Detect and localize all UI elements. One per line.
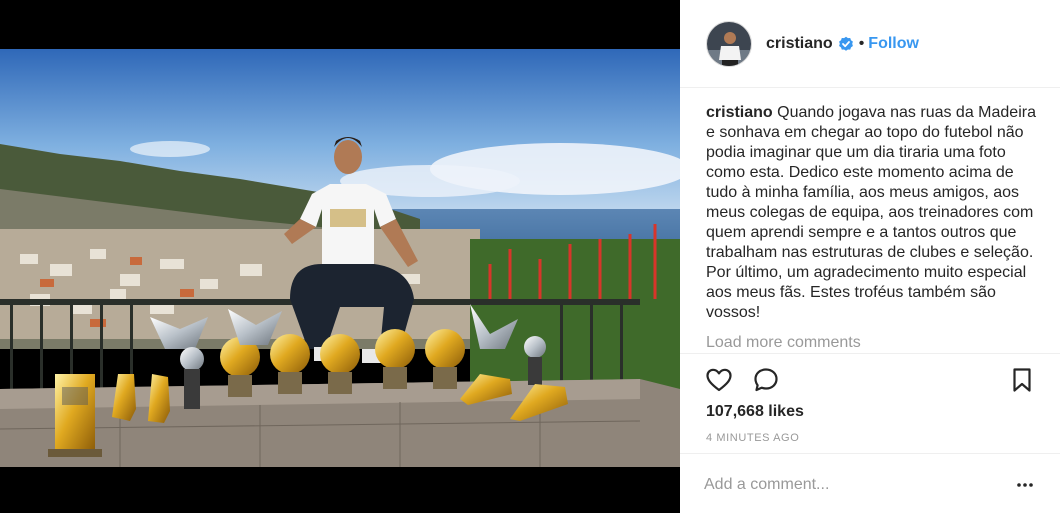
action-bar: 107,668 likes 4 MINUTES AGO <box>680 353 1060 453</box>
post-header: cristiano • Follow <box>680 0 1060 88</box>
like-count[interactable]: 107,668 likes <box>706 403 804 421</box>
caption-text: Quando jogava nas ruas da Madeira e sonh… <box>706 104 1036 321</box>
post-media <box>0 0 680 513</box>
post-photo[interactable] <box>0 49 680 467</box>
post-timestamp[interactable]: 4 MINUTES AGO <box>706 432 799 444</box>
separator-dot: • <box>858 34 865 52</box>
load-more-comments-button[interactable]: Load more comments <box>706 334 861 352</box>
verified-badge-icon <box>838 36 854 52</box>
username[interactable]: cristiano <box>766 35 833 53</box>
caption-username[interactable]: cristiano <box>706 104 773 121</box>
comment-input[interactable] <box>704 472 1004 498</box>
follow-button[interactable]: Follow <box>868 35 919 53</box>
post-panel: cristiano • Follow cristiano Quando joga… <box>680 0 1060 513</box>
heart-icon[interactable] <box>705 366 733 394</box>
ellipsis-icon[interactable] <box>1015 478 1035 492</box>
comment-bar <box>680 453 1060 513</box>
caption: cristiano Quando jogava nas ruas da Made… <box>706 103 1036 323</box>
bookmark-icon[interactable] <box>1008 366 1036 394</box>
speech-bubble-icon[interactable] <box>752 366 780 394</box>
avatar[interactable] <box>706 20 752 67</box>
